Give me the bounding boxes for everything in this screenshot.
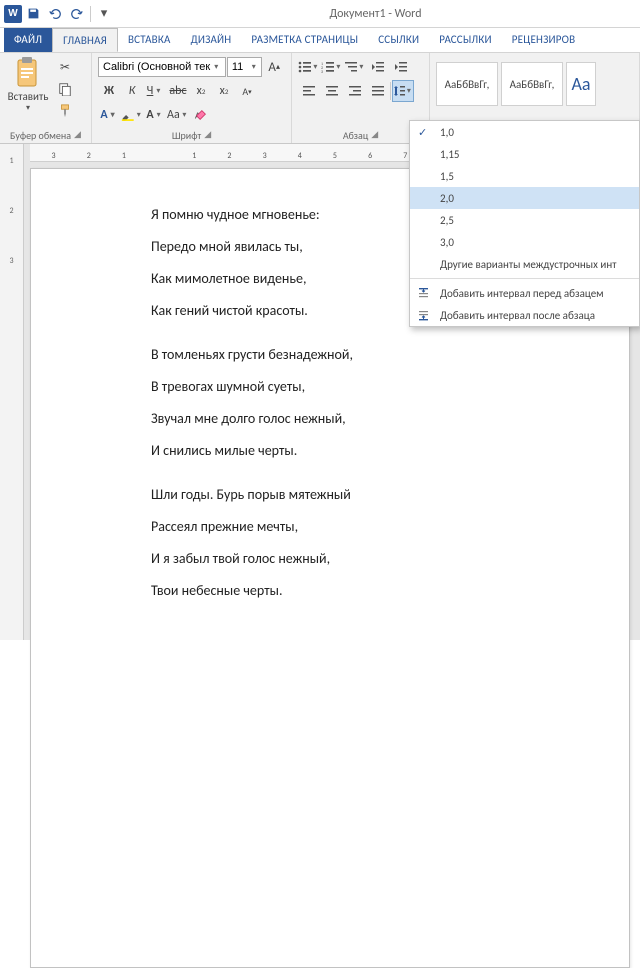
tab-file[interactable]: ФАЙЛ	[4, 28, 52, 52]
line-spacing-option[interactable]: 1,5	[410, 165, 639, 187]
group-clipboard: Вставить ▾ ✂ Буфер обмена◢	[0, 53, 92, 143]
word-app-icon: W	[4, 5, 22, 23]
group-font-label: Шрифт	[172, 129, 201, 142]
style-no-spacing[interactable]: АаБбВвГг,	[501, 62, 563, 106]
font-color-icon[interactable]: A▾	[144, 104, 166, 126]
save-icon[interactable]	[22, 3, 44, 25]
line-spacing-other[interactable]: Другие варианты междустрочных инт	[410, 253, 639, 275]
redo-icon[interactable]	[66, 3, 88, 25]
paste-button[interactable]: Вставить ▾	[6, 56, 50, 113]
line-spacing-icon[interactable]: ▾	[392, 80, 414, 102]
tab-references[interactable]: ССЫЛКИ	[368, 28, 429, 52]
add-space-after-icon	[417, 309, 433, 322]
paragraph-dialog-launcher[interactable]: ◢	[371, 129, 378, 142]
line-spacing-other-label: Другие варианты междустрочных инт	[440, 258, 616, 271]
tab-mailings[interactable]: РАССЫЛКИ	[429, 28, 502, 52]
group-clipboard-label: Буфер обмена	[10, 129, 71, 142]
doc-line[interactable]: Звучал мне долго голос нежный,	[151, 405, 629, 433]
justify-icon[interactable]	[367, 80, 389, 102]
line-spacing-value: 2,5	[440, 214, 454, 227]
font-name-combo[interactable]: ▾	[98, 57, 226, 77]
svg-text:3: 3	[321, 70, 323, 73]
format-painter-icon[interactable]	[54, 100, 76, 122]
tab-review[interactable]: РЕЦЕНЗИРОВ	[502, 28, 586, 52]
line-spacing-option[interactable]: ✓ 1,0	[410, 121, 639, 143]
shrink-font-icon[interactable]: A▾	[236, 80, 258, 102]
clipboard-dialog-launcher[interactable]: ◢	[74, 129, 81, 142]
font-name-input[interactable]	[103, 61, 212, 73]
align-left-icon[interactable]	[298, 80, 320, 102]
bold-icon[interactable]: Ж	[98, 80, 120, 102]
doc-line[interactable]: И снились милые черты.	[151, 437, 629, 465]
copy-icon[interactable]	[54, 78, 76, 100]
superscript-icon[interactable]: x2	[213, 80, 235, 102]
underline-icon[interactable]: Ч▾	[144, 80, 166, 102]
line-spacing-option[interactable]: 2,0	[410, 187, 639, 209]
line-spacing-value: 1,15	[440, 148, 459, 161]
doc-line[interactable]: И я забыл твой голос нежный,	[151, 545, 629, 573]
strikethrough-icon[interactable]: abc	[167, 80, 189, 102]
font-size-input[interactable]	[232, 61, 250, 73]
add-space-after[interactable]: Добавить интервал после абзаца	[410, 304, 639, 326]
bullets-icon[interactable]: ▾	[298, 56, 320, 78]
ribbon-tabs: ФАЙЛ ГЛАВНАЯ ВСТАВКА ДИЗАЙН РАЗМЕТКА СТР…	[0, 28, 640, 52]
group-font: ▾ ▾ A▴ Ж К Ч▾ abc x2 x2 A▾ A▾ ▾	[92, 53, 292, 143]
line-spacing-menu: ✓ 1,0 1,15 1,5 2,0 2,5 3,0 Другие варианты меж…	[409, 120, 640, 327]
style-heading1[interactable]: Аа	[566, 62, 596, 106]
text-effects-icon[interactable]: A▾	[98, 104, 120, 126]
italic-icon[interactable]: К	[121, 80, 143, 102]
line-spacing-value: 2,0	[440, 192, 454, 205]
numbering-icon[interactable]: 123▾	[321, 56, 343, 78]
increase-indent-icon[interactable]	[390, 56, 412, 78]
decrease-indent-icon[interactable]	[367, 56, 389, 78]
grow-font-icon[interactable]: A▴	[263, 56, 285, 78]
cut-icon[interactable]: ✂	[54, 56, 76, 78]
font-dialog-launcher[interactable]: ◢	[204, 129, 211, 142]
doc-line[interactable]: Твои небесные черты.	[151, 577, 629, 605]
highlight-icon[interactable]: ▾	[121, 104, 143, 126]
quick-access-toolbar: W ▾ Документ1 - Word	[0, 0, 640, 28]
line-spacing-option[interactable]: 2,5	[410, 209, 639, 231]
line-spacing-value: 1,5	[440, 170, 454, 183]
add-space-before-icon	[417, 287, 433, 300]
add-space-before[interactable]: Добавить интервал перед абзацем	[410, 282, 639, 304]
window-title: Документ1 - Word	[115, 7, 636, 21]
change-case-icon[interactable]: Aa▾	[167, 104, 189, 126]
subscript-icon[interactable]: x2	[190, 80, 212, 102]
menu-separator	[410, 278, 639, 279]
line-spacing-option[interactable]: 3,0	[410, 231, 639, 253]
tab-home[interactable]: ГЛАВНАЯ	[52, 28, 118, 52]
group-paragraph-label: Абзац	[343, 129, 368, 142]
clear-formatting-icon[interactable]: A	[190, 104, 212, 126]
tab-page-layout[interactable]: РАЗМЕТКА СТРАНИЦЫ	[241, 28, 368, 52]
doc-line[interactable]: В тревогах шумной суеты,	[151, 373, 629, 401]
add-space-after-label: Добавить интервал после абзаца	[440, 309, 595, 322]
align-right-icon[interactable]	[344, 80, 366, 102]
paste-label: Вставить	[8, 90, 49, 103]
multilevel-list-icon[interactable]: ▾	[344, 56, 366, 78]
align-center-icon[interactable]	[321, 80, 343, 102]
line-spacing-option[interactable]: 1,15	[410, 143, 639, 165]
customize-qat-icon[interactable]: ▾	[93, 3, 115, 25]
doc-line[interactable]: В томленьях грусти безнадежной,	[151, 341, 629, 369]
doc-line[interactable]: Шли годы. Бурь порыв мятежный	[151, 481, 629, 509]
vertical-ruler[interactable]: 123	[0, 144, 24, 640]
check-icon: ✓	[418, 126, 427, 139]
font-size-combo[interactable]: ▾	[227, 57, 263, 77]
doc-line[interactable]: Рассеял прежние мечты,	[151, 513, 629, 541]
tab-design[interactable]: ДИЗАЙН	[181, 28, 242, 52]
add-space-before-label: Добавить интервал перед абзацем	[440, 287, 604, 300]
line-spacing-value: 1,0	[440, 126, 454, 139]
style-normal[interactable]: АаБбВвГг,	[436, 62, 498, 106]
tab-insert[interactable]: ВСТАВКА	[118, 28, 181, 52]
undo-icon[interactable]	[44, 3, 66, 25]
line-spacing-value: 3,0	[440, 236, 454, 249]
